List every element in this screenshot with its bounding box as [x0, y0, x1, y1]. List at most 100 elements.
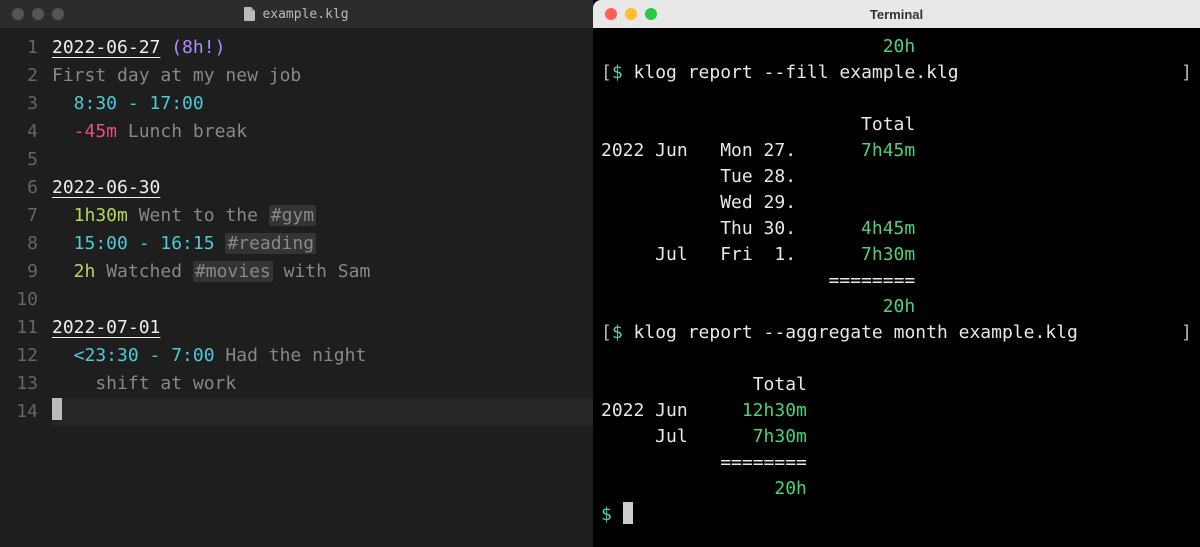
line-number: 6	[0, 174, 38, 202]
terminal-traffic-lights	[605, 8, 657, 20]
report-cell	[601, 112, 655, 138]
code-line[interactable]: 8:30 - 17:00	[52, 90, 593, 118]
report-cell: 4h45m	[829, 216, 916, 242]
token-time: 15:00 - 16:15	[74, 233, 215, 254]
report-cell	[720, 112, 828, 138]
report-cell	[829, 190, 916, 216]
code-line[interactable]	[52, 146, 593, 174]
line-number: 10	[0, 286, 38, 314]
terminal-line: 20h	[601, 34, 1192, 60]
close-icon[interactable]	[12, 8, 24, 20]
line-number: 2	[0, 62, 38, 90]
token-should: (8h!)	[171, 37, 225, 58]
line-number: 1	[0, 34, 38, 62]
terminal-line: Tue 28.	[601, 164, 1192, 190]
terminal-line: Total	[601, 112, 1192, 138]
line-number: 5	[0, 146, 38, 174]
report-cell: Jun	[655, 398, 720, 424]
bracket-icon: ]	[1181, 320, 1192, 346]
minimize-icon[interactable]	[32, 8, 44, 20]
line-number: 8	[0, 230, 38, 258]
code-line[interactable]: 1h30m Went to the #gym	[52, 202, 593, 230]
report-cell	[655, 216, 720, 242]
line-number: 4	[0, 118, 38, 146]
zoom-icon[interactable]	[645, 8, 657, 20]
prompt[interactable]: $	[601, 502, 612, 528]
report-cell: 7h45m	[829, 138, 916, 164]
line-number: 12	[0, 342, 38, 370]
code-line[interactable]	[52, 398, 593, 426]
report-cell	[655, 372, 720, 398]
token-text	[128, 205, 139, 226]
report-cell	[655, 112, 720, 138]
token-comment: Had the night	[225, 345, 366, 366]
token-tag: #gym	[269, 205, 316, 226]
code-line[interactable]: 2022-06-30	[52, 174, 593, 202]
line-number: 13	[0, 370, 38, 398]
report-cell: 20h	[829, 34, 916, 60]
file-icon	[244, 7, 256, 21]
report-cell	[655, 164, 720, 190]
token-text	[215, 233, 226, 254]
code-line[interactable]: 2022-06-27 (8h!)	[52, 34, 593, 62]
bracket-icon: [	[601, 60, 612, 86]
report-cell	[720, 294, 828, 320]
report-cell: 12h30m	[720, 398, 807, 424]
editor-filename: example.klg	[262, 7, 348, 22]
terminal-line: 2022JunMon 27.7h45m	[601, 138, 1192, 164]
token-text	[215, 345, 226, 366]
terminal-line: Wed 29.	[601, 190, 1192, 216]
line-number: 14	[0, 398, 38, 426]
zoom-icon[interactable]	[52, 8, 64, 20]
report-cell	[601, 476, 655, 502]
token-tag: #movies	[193, 261, 273, 282]
report-cell	[655, 268, 720, 294]
terminal-line	[601, 86, 1192, 112]
editor-body[interactable]: 1234567891011121314 2022-06-27 (8h!)Firs…	[0, 28, 593, 547]
terminal-line: 2022Jun12h30m	[601, 398, 1192, 424]
report-cell: Tue 28.	[720, 164, 828, 190]
report-cell	[720, 268, 828, 294]
token-comment: Went to the	[139, 205, 269, 226]
code-line[interactable]: 15:00 - 16:15 #reading	[52, 230, 593, 258]
report-cell: 2022	[601, 398, 655, 424]
report-cell: 7h30m	[829, 242, 916, 268]
report-cell	[655, 450, 720, 476]
code-area[interactable]: 2022-06-27 (8h!)First day at my new job8…	[52, 34, 593, 547]
editor-titlebar: example.klg	[0, 0, 593, 28]
terminal-line: [$klog report --fill example.klg]	[601, 60, 1192, 86]
code-line[interactable]: First day at my new job	[52, 62, 593, 90]
code-line[interactable]: <23:30 - 7:00 Had the night	[52, 342, 593, 370]
line-number-gutter: 1234567891011121314	[0, 34, 52, 547]
terminal-body[interactable]: 20h[$klog report --fill example.klg]Tota…	[593, 28, 1200, 534]
bracket-icon: [	[601, 320, 612, 346]
terminal-titlebar: Terminal	[593, 0, 1200, 28]
terminal-line: [$klog report --aggregate month example.…	[601, 320, 1192, 346]
terminal-line: 20h	[601, 476, 1192, 502]
editor-title: example.klg	[0, 7, 593, 22]
minimize-icon[interactable]	[625, 8, 637, 20]
report-cell	[601, 242, 655, 268]
code-line[interactable]: 2022-07-01	[52, 314, 593, 342]
report-cell: 20h	[720, 476, 807, 502]
terminal-line: $	[601, 502, 1192, 528]
terminal-pane: Terminal 20h[$klog report --fill example…	[593, 0, 1200, 547]
code-line[interactable]: -45m Lunch break	[52, 118, 593, 146]
code-line[interactable]: shift at work	[52, 370, 593, 398]
token-text	[117, 121, 128, 142]
code-line[interactable]	[52, 286, 593, 314]
report-cell	[655, 476, 720, 502]
code-line[interactable]: 2h Watched #movies with Sam	[52, 258, 593, 286]
close-icon[interactable]	[605, 8, 617, 20]
rule: ========	[829, 268, 916, 294]
line-number: 7	[0, 202, 38, 230]
terminal-line: Thu 30.4h45m	[601, 216, 1192, 242]
report-cell	[655, 190, 720, 216]
report-cell: 2022	[601, 138, 655, 164]
token-dur: 1h30m	[74, 205, 128, 226]
editor-traffic-lights	[12, 8, 64, 20]
cursor	[52, 398, 62, 420]
report-cell: Jun	[655, 138, 720, 164]
terminal-title: Terminal	[593, 7, 1200, 22]
cursor	[623, 502, 633, 524]
